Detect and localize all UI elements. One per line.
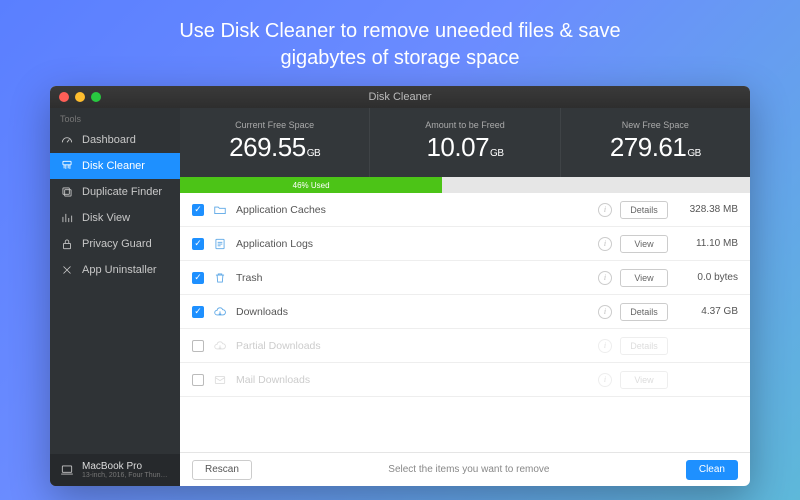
sidebar-item-disk-view[interactable]: Disk View [50, 205, 180, 231]
brush-icon [60, 159, 74, 173]
sidebar: Tools Dashboard Disk Cleaner Duplicate Fin… [50, 108, 180, 486]
sidebar-item-privacy-guard[interactable]: Privacy Guard [50, 231, 180, 257]
promo-line-1: Use Disk Cleaner to remove uneeded files… [0, 18, 800, 45]
sidebar-header: Tools [50, 108, 180, 127]
footer-bar: Rescan Select the items you want to remo… [180, 452, 750, 486]
trash-icon [212, 270, 228, 286]
list-item: Application Caches i Details 328.38 MB [180, 193, 750, 227]
laptop-icon [60, 463, 74, 477]
cloud-icon [212, 304, 228, 320]
cloud-icon [212, 338, 228, 354]
row-name: Mail Downloads [236, 374, 590, 386]
folder-icon [212, 202, 228, 218]
stat-amount-freed: Amount to be Freed 10.07GB [370, 108, 560, 177]
sidebar-item-label: Disk Cleaner [82, 160, 145, 172]
row-checkbox[interactable] [192, 238, 204, 250]
list-item: Partial Downloads i Details [180, 329, 750, 363]
sidebar-machine-info[interactable]: MacBook Pro 13-inch, 2016, Four Thun… [50, 454, 180, 486]
row-checkbox [192, 374, 204, 386]
row-size: 11.10 MB [676, 238, 738, 249]
tools-icon [60, 263, 74, 277]
row-name: Trash [236, 272, 590, 284]
row-action-button[interactable]: Details [620, 201, 668, 219]
sidebar-item-disk-cleaner[interactable]: Disk Cleaner [50, 153, 180, 179]
list-item: Mail Downloads i View [180, 363, 750, 397]
row-action-button[interactable]: View [620, 269, 668, 287]
info-icon[interactable]: i [598, 237, 612, 251]
usage-used-segment: 46% Used [180, 177, 442, 193]
sidebar-item-label: Disk View [82, 212, 130, 224]
stat-label: Current Free Space [186, 120, 363, 130]
info-icon: i [598, 339, 612, 353]
sidebar-item-label: Dashboard [82, 134, 136, 146]
info-icon[interactable]: i [598, 203, 612, 217]
rescan-button[interactable]: Rescan [192, 460, 252, 480]
machine-name: MacBook Pro [82, 461, 167, 472]
info-icon: i [598, 373, 612, 387]
info-icon[interactable]: i [598, 305, 612, 319]
row-checkbox[interactable] [192, 204, 204, 216]
stat-unit: GB [307, 148, 320, 159]
stat-label: New Free Space [567, 120, 744, 130]
usage-free-segment [442, 177, 750, 193]
sidebar-item-app-uninstaller[interactable]: App Uninstaller [50, 257, 180, 283]
row-size: 0.0 bytes [676, 272, 738, 283]
main-panel: Current Free Space 269.55GB Amount to be… [180, 108, 750, 486]
stat-value: 10.07 [426, 132, 489, 162]
lock-icon [60, 237, 74, 251]
list-item: Trashi View 0.0 bytes [180, 261, 750, 295]
sidebar-item-duplicate-finder[interactable]: Duplicate Finder [50, 179, 180, 205]
list-item: Downloads i Details 4.37 GB [180, 295, 750, 329]
copy-icon [60, 185, 74, 199]
row-action-button: View [620, 371, 668, 389]
stat-current-free: Current Free Space 269.55GB [180, 108, 370, 177]
row-name: Application Logs [236, 238, 590, 250]
sidebar-item-label: Duplicate Finder [82, 186, 162, 198]
row-checkbox[interactable] [192, 306, 204, 318]
row-action-button[interactable]: Details [620, 303, 668, 321]
stat-value: 279.61 [610, 132, 687, 162]
footer-message: Select the items you want to remove [262, 464, 676, 475]
promo-line-2: gigabytes of storage space [0, 45, 800, 72]
mail-icon [212, 372, 228, 388]
chart-icon [60, 211, 74, 225]
info-icon[interactable]: i [598, 271, 612, 285]
window-title: Disk Cleaner [50, 91, 750, 103]
list-item: Application Logs i View 11.10 MB [180, 227, 750, 261]
stat-unit: GB [687, 148, 700, 159]
log-icon [212, 236, 228, 252]
row-name: Downloads [236, 306, 590, 318]
stat-value: 269.55 [229, 132, 306, 162]
row-checkbox[interactable] [192, 272, 204, 284]
machine-sub: 13-inch, 2016, Four Thun… [82, 472, 167, 479]
stat-unit: GB [490, 148, 503, 159]
row-action-button[interactable]: View [620, 235, 668, 253]
sidebar-item-dashboard[interactable]: Dashboard [50, 127, 180, 153]
row-size: 4.37 GB [676, 306, 738, 317]
row-action-button: Details [620, 337, 668, 355]
app-window: Disk Cleaner Tools Dashboard Disk Cleaner… [50, 86, 750, 486]
stat-new-free: New Free Space 279.61GB [561, 108, 750, 177]
row-name: Partial Downloads [236, 340, 590, 352]
row-checkbox [192, 340, 204, 352]
promo-text: Use Disk Cleaner to remove uneeded files… [0, 0, 800, 86]
row-size: 328.38 MB [676, 204, 738, 215]
sidebar-item-label: App Uninstaller [82, 264, 157, 276]
usage-used-label: 46% Used [293, 181, 330, 190]
sidebar-item-label: Privacy Guard [82, 238, 152, 250]
gauge-icon [60, 133, 74, 147]
cleaner-list: Application CachesiDetails328.38 MBAppli… [180, 193, 750, 452]
row-name: Application Caches [236, 204, 590, 216]
clean-button[interactable]: Clean [686, 460, 738, 480]
usage-bar: 46% Used [180, 177, 750, 193]
titlebar: Disk Cleaner [50, 86, 750, 108]
stat-label: Amount to be Freed [376, 120, 553, 130]
stats-bar: Current Free Space 269.55GB Amount to be… [180, 108, 750, 177]
